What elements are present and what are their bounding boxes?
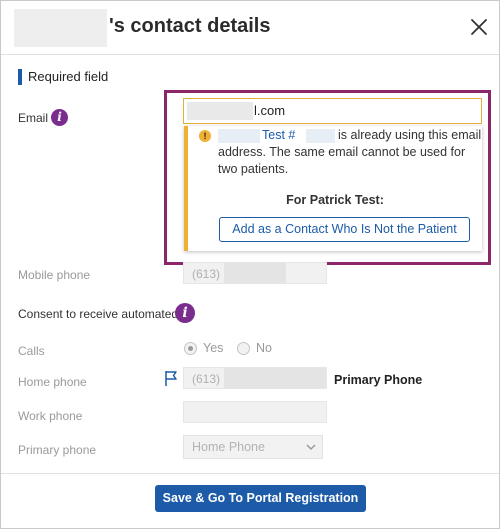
- info-icon[interactable]: i: [175, 303, 195, 323]
- calls-label: Calls: [18, 344, 45, 358]
- mobile-phone-label: Mobile phone: [18, 268, 91, 282]
- home-phone-field[interactable]: (613): [183, 367, 327, 389]
- mobile-phone-field[interactable]: (613): [183, 262, 327, 284]
- primary-phone-badge: Primary Phone: [334, 373, 423, 387]
- dialog-title: 's contact details: [109, 15, 271, 37]
- calls-yes-label: Yes: [203, 341, 224, 355]
- patient-link[interactable]: Test #: [262, 128, 295, 142]
- work-phone-field[interactable]: [183, 401, 327, 423]
- redacted-name: [218, 129, 260, 143]
- consent-label: Consent to receive automated:: [18, 307, 182, 321]
- required-indicator: [18, 69, 22, 85]
- redacted-patient-name: [14, 9, 107, 47]
- warning-text-line3: two patients.: [218, 162, 289, 176]
- warning-text-line2: address. The same email cannot be used f…: [218, 145, 466, 159]
- email-value: l.com: [254, 103, 286, 118]
- info-icon[interactable]: i: [51, 109, 68, 126]
- save-and-portal-button[interactable]: Save & Go To Portal Registration: [155, 485, 366, 512]
- work-phone-label: Work phone: [18, 409, 83, 423]
- primary-phone-label: Primary phone: [18, 443, 97, 457]
- contact-details-dialog: 's contact details Required field Email …: [0, 0, 500, 529]
- chevron-down-icon: [305, 441, 317, 456]
- close-icon[interactable]: [468, 16, 490, 38]
- email-label: Email: [18, 111, 49, 125]
- warning-icon: !: [199, 130, 211, 142]
- dialog-header: 's contact details: [1, 1, 499, 55]
- flag-icon[interactable]: [164, 370, 178, 392]
- mobile-phone-value: (613): [192, 267, 221, 281]
- redacted-id: [306, 129, 335, 143]
- redacted-phone: [224, 263, 286, 283]
- footer-divider: [1, 473, 499, 474]
- redacted-phone: [224, 368, 326, 388]
- required-field-label: Required field: [28, 69, 109, 84]
- for-patient-label: For Patrick Test:: [286, 193, 384, 207]
- redacted-email: [187, 102, 253, 120]
- calls-no-label: No: [256, 341, 272, 355]
- warning-text-line1: is already using this email: [338, 128, 482, 142]
- calls-no-radio[interactable]: [237, 342, 250, 355]
- home-phone-label: Home phone: [18, 375, 87, 389]
- primary-phone-select[interactable]: Home Phone: [183, 435, 323, 459]
- primary-phone-value: Home Phone: [192, 440, 265, 454]
- add-as-contact-button[interactable]: Add as a Contact Who Is Not the Patient: [219, 217, 470, 242]
- email-field[interactable]: l.com: [183, 98, 482, 124]
- duplicate-email-warning: ! Test # is already using this email add…: [184, 126, 482, 251]
- home-phone-value: (613): [192, 372, 221, 386]
- calls-yes-radio[interactable]: [184, 342, 197, 355]
